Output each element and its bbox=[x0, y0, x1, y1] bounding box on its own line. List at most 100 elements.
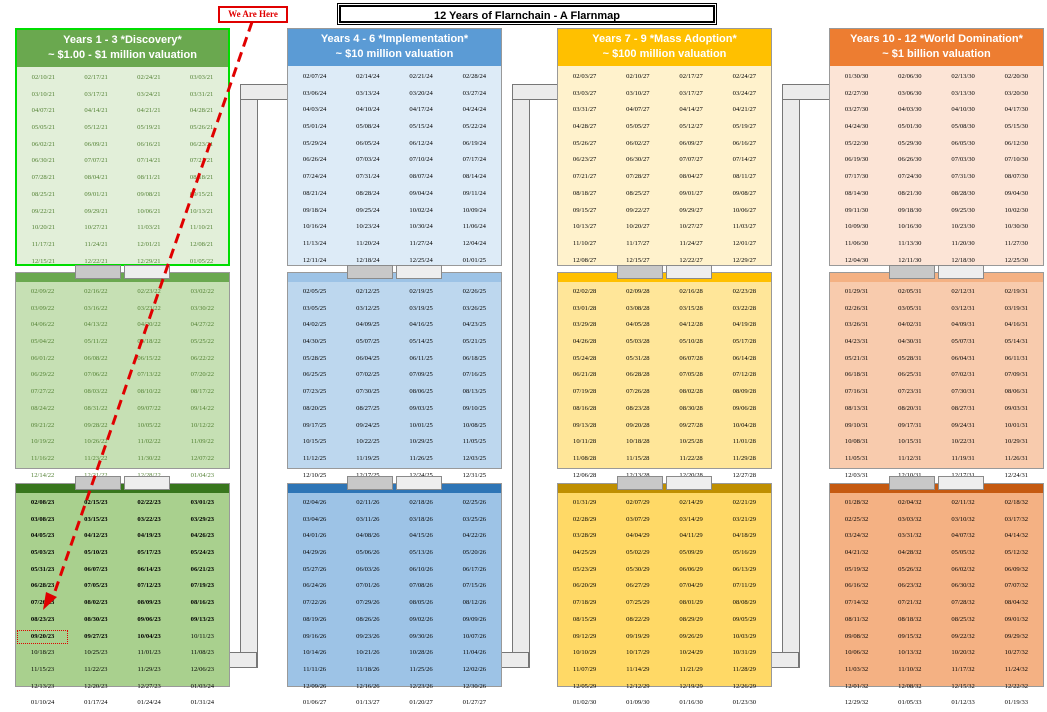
date-cell: 03/24/27 bbox=[732, 89, 757, 97]
date-cell: 06/04/25 bbox=[356, 354, 380, 362]
date-cell: 03/31/21 bbox=[189, 90, 214, 98]
date-cell: 08/01/29 bbox=[679, 599, 703, 607]
date-cell: 10/29/31 bbox=[1004, 438, 1029, 446]
pipe-top-joint bbox=[782, 84, 830, 100]
date-cell: 09/29/32 bbox=[1004, 632, 1029, 640]
date-cell: 02/11/32 bbox=[951, 499, 975, 506]
date-cell: 07/21/21 bbox=[189, 157, 214, 165]
date-cell: 08/07/30 bbox=[1004, 173, 1029, 181]
date-cell: 11/22/28 bbox=[679, 454, 703, 462]
date-cell: 02/10/27 bbox=[626, 73, 650, 80]
date-cell: 07/06/22 bbox=[84, 371, 108, 379]
block-connector bbox=[617, 476, 712, 490]
date-cell: 11/01/23 bbox=[137, 649, 161, 657]
date-grid: 02/09/22 02/16/22 02/23/22 03/02/22 03/09/22… bbox=[16, 284, 229, 501]
phase-valuation: ~ $100 million valuation bbox=[602, 48, 727, 60]
date-cell: 11/10/21 bbox=[190, 224, 214, 232]
date-cell: 03/27/24 bbox=[462, 89, 487, 97]
date-cell: 02/17/21 bbox=[84, 74, 108, 81]
date-cell: 04/14/27 bbox=[679, 106, 703, 114]
date-cell: 07/18/29 bbox=[572, 599, 597, 607]
date-cell: 08/23/28 bbox=[626, 404, 650, 412]
date-cell: 01/28/32 bbox=[844, 499, 869, 506]
date-cell: 08/28/30 bbox=[951, 189, 975, 197]
date-cell: 10/21/26 bbox=[356, 649, 380, 657]
date-cell: 07/07/27 bbox=[679, 156, 703, 164]
date-cell: 10/09/30 bbox=[844, 223, 869, 231]
date-cell: 03/08/28 bbox=[626, 304, 650, 312]
date-cell: 03/31/32 bbox=[898, 532, 922, 540]
date-cell: 08/06/31 bbox=[1004, 388, 1029, 396]
phase-title: Years 4 - 6 *Implementation* bbox=[320, 33, 469, 45]
date-cell: 03/03/32 bbox=[898, 515, 922, 523]
phase-header: Years 10 - 12 *World Domination* ~ $1 bil… bbox=[830, 29, 1043, 66]
date-cell: 04/17/24 bbox=[409, 106, 433, 114]
date-cell: 09/08/21 bbox=[137, 190, 161, 198]
date-cell: 09/20/28 bbox=[626, 421, 650, 429]
date-cell: 01/05/33 bbox=[898, 699, 922, 707]
date-cell: 11/07/29 bbox=[573, 665, 597, 673]
date-cell: 09/09/26 bbox=[462, 615, 487, 623]
pipe-bottom-joint bbox=[502, 652, 529, 668]
date-cell: 10/26/22 bbox=[84, 438, 108, 446]
date-cell: 06/05/24 bbox=[356, 139, 380, 147]
date-cell: 03/11/26 bbox=[356, 515, 380, 523]
date-cell: 06/19/30 bbox=[844, 156, 869, 164]
date-cell: 05/07/25 bbox=[356, 338, 380, 346]
year-block: 01/31/29 02/07/29 02/14/29 02/21/29 02/28/29… bbox=[557, 483, 772, 706]
date-cell: 11/24/21 bbox=[84, 240, 108, 248]
date-cell: 07/02/25 bbox=[356, 371, 380, 379]
date-cell: 07/19/28 bbox=[572, 388, 597, 396]
date-cell: 09/10/25 bbox=[462, 404, 487, 412]
date-cell: 10/16/30 bbox=[898, 223, 922, 231]
date-cell: 04/20/22 bbox=[137, 321, 161, 329]
date-cell: 09/19/29 bbox=[626, 632, 650, 640]
date-cell: 06/28/28 bbox=[626, 371, 650, 379]
date-cell: 11/16/22 bbox=[31, 454, 55, 462]
date-cell: 06/18/25 bbox=[462, 354, 487, 362]
date-grid: 02/07/24 02/14/24 02/21/24 02/28/24 03/06/24… bbox=[288, 69, 501, 286]
date-cell: 02/21/24 bbox=[409, 73, 433, 80]
date-cell: 01/16/30 bbox=[679, 699, 703, 707]
date-cell: 08/24/22 bbox=[30, 404, 55, 412]
date-cell: 04/19/23 bbox=[137, 532, 161, 540]
date-cell: 12/29/32 bbox=[844, 699, 869, 707]
date-cell: 02/28/24 bbox=[462, 73, 487, 80]
date-cell: 04/30/25 bbox=[302, 338, 327, 346]
date-cell: 02/02/28 bbox=[572, 288, 597, 295]
date-cell: 09/14/22 bbox=[190, 404, 215, 412]
date-cell: 04/07/21 bbox=[31, 107, 56, 115]
date-cell: 09/28/22 bbox=[84, 421, 108, 429]
date-cell: 10/01/25 bbox=[409, 421, 433, 429]
date-cell: 05/24/28 bbox=[572, 354, 597, 362]
date-cell: 04/05/28 bbox=[626, 321, 650, 329]
date-grid: 02/02/28 02/09/28 02/16/28 02/23/28 03/01/28… bbox=[558, 284, 771, 501]
date-cell: 03/05/25 bbox=[302, 304, 327, 312]
date-cell: 01/06/27 bbox=[302, 699, 327, 707]
date-cell: 03/17/32 bbox=[1004, 515, 1029, 523]
date-cell: 06/16/21 bbox=[137, 140, 161, 148]
date-cell: 07/10/24 bbox=[409, 156, 433, 164]
date-cell: 02/07/29 bbox=[626, 499, 650, 506]
date-cell: 12/06/28 bbox=[572, 471, 597, 479]
date-cell: 09/01/32 bbox=[1004, 615, 1029, 623]
date-cell: 03/12/31 bbox=[951, 304, 975, 312]
date-cell: 08/13/25 bbox=[462, 388, 487, 396]
date-cell: 04/14/32 bbox=[1004, 532, 1029, 540]
date-cell: 09/08/32 bbox=[844, 632, 869, 640]
date-cell: 06/10/26 bbox=[409, 565, 433, 573]
date-cell: 07/12/23 bbox=[137, 582, 161, 590]
date-cell: 06/02/32 bbox=[951, 565, 975, 573]
date-cell: 02/12/25 bbox=[356, 288, 380, 295]
date-cell: 06/16/27 bbox=[732, 139, 757, 147]
date-cell: 01/09/30 bbox=[626, 699, 650, 707]
date-cell: 06/25/31 bbox=[898, 371, 922, 379]
date-cell: 06/20/29 bbox=[572, 582, 597, 590]
date-cell: 07/02/31 bbox=[951, 371, 975, 379]
date-cell: 07/26/28 bbox=[626, 388, 650, 396]
date-cell: 06/04/31 bbox=[951, 354, 975, 362]
date-cell: 05/17/28 bbox=[732, 338, 757, 346]
date-cell: 04/22/26 bbox=[462, 532, 487, 540]
date-cell: 03/05/31 bbox=[898, 304, 922, 312]
date-cell: 09/24/31 bbox=[951, 421, 975, 429]
